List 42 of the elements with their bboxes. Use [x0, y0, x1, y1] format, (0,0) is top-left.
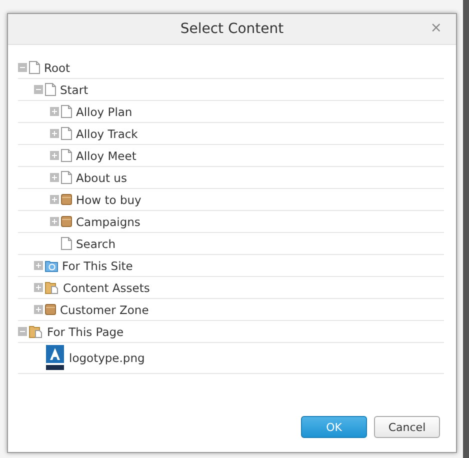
expand-toggle[interactable] [18, 63, 27, 72]
page-icon [61, 149, 72, 162]
tree-item[interactable]: About us [76, 170, 127, 184]
tree-item[interactable]: Alloy Track [76, 126, 138, 140]
tree-item[interactable]: For This Site [62, 258, 133, 272]
page-icon [61, 127, 72, 140]
globe-folder-icon [45, 260, 58, 272]
tree-item[interactable]: Campaigns [76, 214, 140, 228]
page-icon [45, 83, 56, 96]
tree-item[interactable]: Root [44, 60, 70, 74]
expand-toggle[interactable] [34, 85, 43, 94]
box-icon [45, 304, 56, 315]
box-icon [61, 216, 72, 227]
page-icon [61, 171, 72, 184]
dialog-title: Select Content [180, 21, 284, 37]
expand-toggle[interactable] [50, 217, 59, 226]
image-thumbnail-icon [45, 345, 65, 371]
expand-toggle[interactable] [34, 305, 43, 314]
box-icon [61, 194, 72, 205]
tree-item[interactable]: Alloy Meet [76, 148, 136, 162]
tree-item[interactable]: Alloy Plan [76, 104, 132, 118]
tree-item[interactable]: How to buy [76, 192, 142, 206]
expand-toggle[interactable] [50, 173, 59, 182]
expand-toggle[interactable] [50, 195, 59, 204]
folder-page-icon [29, 325, 43, 338]
tree-item[interactable]: Start [60, 82, 88, 96]
expand-toggle[interactable] [50, 129, 59, 138]
expand-toggle[interactable] [50, 107, 59, 116]
cancel-button[interactable]: Cancel [374, 416, 440, 438]
folder-page-icon [45, 281, 59, 294]
page-icon [29, 61, 40, 74]
expand-toggle[interactable] [50, 151, 59, 160]
tree-item[interactable]: Customer Zone [60, 302, 149, 316]
tree-item[interactable]: Search [76, 236, 116, 250]
expand-toggle[interactable] [18, 327, 27, 336]
tree-item[interactable]: For This Page [47, 324, 124, 338]
tree-item[interactable]: logotype.png [69, 351, 145, 365]
expand-toggle[interactable] [34, 283, 43, 292]
page-icon [61, 237, 72, 250]
tree-item[interactable]: Content Assets [63, 280, 150, 294]
page-icon [61, 105, 72, 118]
expand-toggle[interactable] [34, 261, 43, 270]
